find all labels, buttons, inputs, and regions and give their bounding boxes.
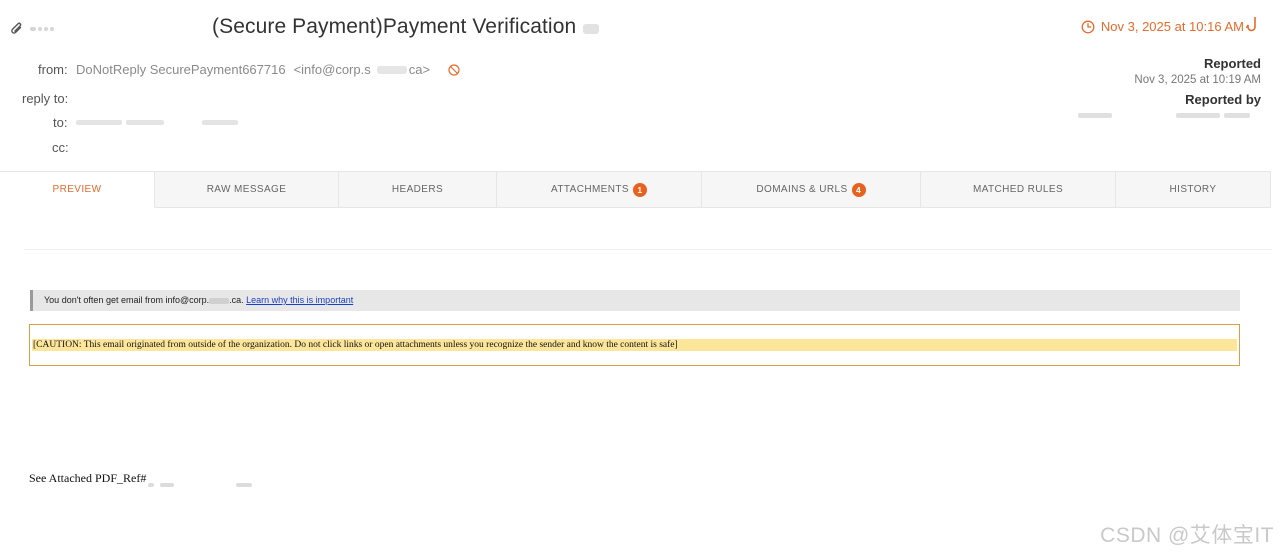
- subject-redaction: [30, 18, 202, 49]
- domain-redaction: [209, 297, 230, 304]
- reported-by-label: Reported by: [1185, 92, 1261, 107]
- tab-matched-rules[interactable]: MATCHED RULES: [921, 172, 1116, 208]
- tab-preview[interactable]: PREVIEW: [0, 172, 155, 208]
- tab-label: ATTACHMENTS: [551, 184, 629, 195]
- tab-label: HEADERS: [391, 184, 444, 195]
- tab-label: PREVIEW: [52, 184, 102, 195]
- email-body: See Attached PDF_Ref#: [29, 471, 258, 487]
- body-text: See Attached PDF_Ref#: [29, 471, 147, 485]
- watermark: CSDN @艾体宝IT: [1100, 524, 1274, 547]
- notice-text-end: .ca.: [229, 295, 244, 305]
- tab-attachments[interactable]: ATTACHMENTS 1: [497, 172, 702, 208]
- learn-why-link[interactable]: Learn why this is important: [246, 295, 353, 305]
- external-sender-notice: You don't often get email from info@corp…: [30, 290, 1240, 311]
- from-address-end: ca>: [408, 62, 431, 77]
- reported-by-redaction: [1078, 113, 1250, 118]
- received-timestamp: Nov 3, 2025 at 10:16 AM: [1081, 19, 1244, 34]
- reported-label: Reported: [1203, 56, 1261, 71]
- tab-bar: PREVIEW RAW MESSAGE HEADERS ATTACHMENTS …: [0, 171, 1271, 208]
- email-subject: (Secure Payment)Payment Verification: [212, 15, 577, 38]
- ban-icon[interactable]: [448, 63, 460, 76]
- from-name: DoNotReply SecurePayment667716: [76, 62, 286, 77]
- domains-count-badge: 4: [851, 182, 866, 197]
- from-label: from:: [38, 62, 68, 77]
- from-value: DoNotReply SecurePayment667716 <info@cor…: [76, 62, 460, 77]
- received-date: Nov 3, 2025 at 10:16 AM: [1100, 19, 1244, 34]
- address-redaction: [376, 65, 407, 74]
- tab-label: MATCHED RULES: [972, 184, 1064, 195]
- cc-label: cc:: [52, 140, 69, 155]
- tab-label: HISTORY: [1169, 184, 1217, 195]
- tab-label: DOMAINS & URLS: [756, 184, 848, 195]
- subject-redaction-tail: [583, 24, 599, 34]
- preview-divider: [24, 249, 1272, 250]
- reported-date: Nov 3, 2025 at 10:19 AM: [1134, 74, 1261, 86]
- notice-text-start: You don't often get email from info@corp…: [44, 295, 210, 305]
- tab-raw-message[interactable]: RAW MESSAGE: [155, 172, 339, 208]
- paperclip-icon: [11, 22, 22, 34]
- tab-domains-urls[interactable]: DOMAINS & URLS 4: [702, 172, 921, 208]
- tab-headers[interactable]: HEADERS: [339, 172, 497, 208]
- reply-to-label: reply to:: [22, 91, 69, 106]
- clock-icon: [1081, 20, 1095, 33]
- attachments-count-badge: 1: [632, 182, 647, 197]
- caution-banner: [CAUTION: This email originated from out…: [29, 324, 1240, 366]
- to-label: to:: [53, 115, 68, 130]
- tab-history[interactable]: HISTORY: [1116, 172, 1271, 208]
- tab-label: RAW MESSAGE: [206, 184, 287, 195]
- reference-redaction: [148, 476, 258, 487]
- subject-row: (Secure Payment)Payment Verification Nov…: [0, 10, 1280, 49]
- from-address-start: <info@corp.s: [293, 62, 371, 77]
- to-redaction: [76, 120, 238, 125]
- caution-text: [CAUTION: This email originated from out…: [32, 339, 1237, 351]
- fishing-hook-icon[interactable]: [1246, 16, 1260, 34]
